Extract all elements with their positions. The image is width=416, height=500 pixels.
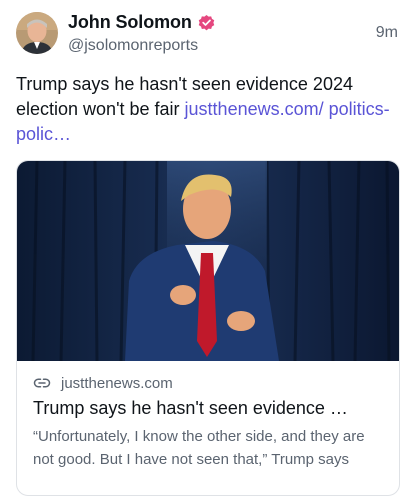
card-image xyxy=(17,161,399,361)
author-name-row[interactable]: John Solomon xyxy=(68,12,216,33)
verified-badge-icon xyxy=(198,14,215,31)
avatar-photo-icon xyxy=(16,12,58,54)
author-avatar[interactable] xyxy=(16,12,58,54)
author-display-name[interactable]: John Solomon xyxy=(68,12,192,33)
post-header: John Solomon @jsolomonreports 9m xyxy=(16,10,400,64)
card-meta: justthenews.com Trump says he hasn't see… xyxy=(17,361,399,471)
post-timestamp[interactable]: 9m xyxy=(376,24,398,42)
link-icon xyxy=(33,378,51,388)
card-description: “Unfortunately, I know the other side, a… xyxy=(33,428,365,468)
card-domain: justthenews.com xyxy=(61,374,173,392)
author-handle[interactable]: @jsolomonreports xyxy=(68,37,198,55)
card-title: Trump says he hasn't seen evidence … xyxy=(33,398,348,418)
card-domain-row: justthenews.com xyxy=(33,373,385,393)
post-body: Trump says he hasn't seen evidence 2024 … xyxy=(16,72,400,147)
link-preview-card[interactable]: justthenews.com Trump says he hasn't see… xyxy=(16,160,400,496)
